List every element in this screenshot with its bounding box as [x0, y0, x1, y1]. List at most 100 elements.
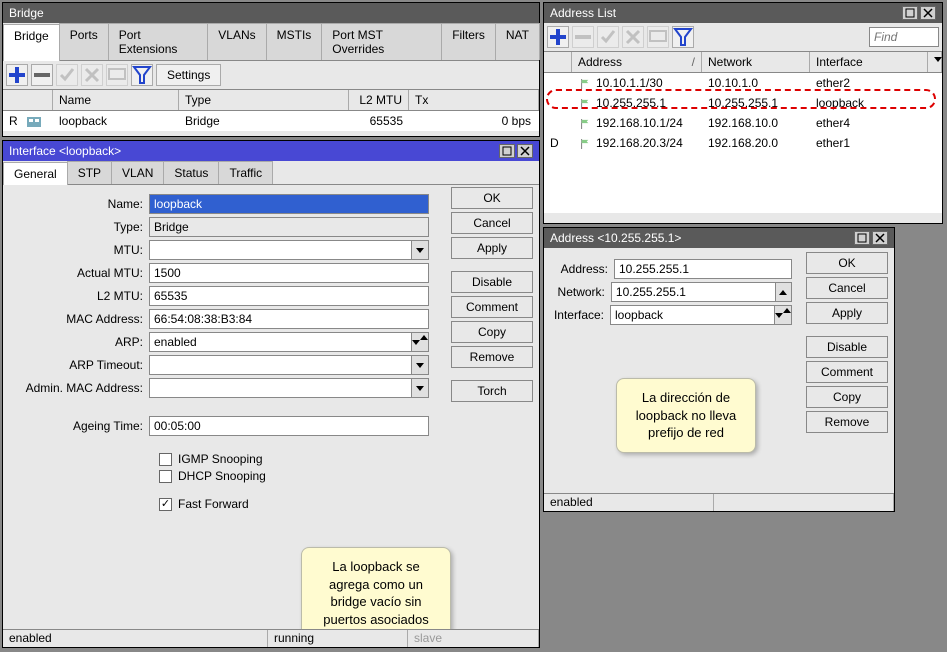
filter-button[interactable]: [672, 26, 694, 48]
bridge-tabs: Bridge Ports Port Extensions VLANs MSTIs…: [3, 23, 539, 61]
remove-button[interactable]: [31, 64, 53, 86]
network-dropdown[interactable]: [775, 282, 792, 302]
arp-field[interactable]: [149, 332, 412, 352]
adminmac-field[interactable]: [149, 378, 412, 398]
interface-window: Interface <loopback> General STP VLAN St…: [2, 140, 540, 648]
bridge-title: Bridge: [9, 6, 44, 20]
copy-button[interactable]: Copy: [451, 321, 533, 343]
col-l2mtu[interactable]: L2 MTU: [349, 90, 409, 110]
cancel-button[interactable]: Cancel: [806, 277, 888, 299]
ff-checkbox-row[interactable]: Fast Forward: [159, 497, 429, 511]
col-network[interactable]: Network: [702, 52, 810, 72]
adminmac-dropdown[interactable]: [411, 378, 429, 398]
address-field[interactable]: [614, 259, 792, 279]
disable-button[interactable]: Disable: [806, 336, 888, 358]
dhcp-checkbox-row[interactable]: DHCP Snooping: [159, 469, 429, 483]
iface-titlebar[interactable]: Interface <loopback>: [3, 141, 539, 161]
iface-tabs: General STP VLAN Status Traffic: [3, 161, 539, 185]
igmp-checkbox-row[interactable]: IGMP Snooping: [159, 452, 429, 466]
tab-nat[interactable]: NAT: [495, 23, 540, 60]
l2mtu-field[interactable]: [149, 286, 429, 306]
tab-portext[interactable]: Port Extensions: [108, 23, 209, 60]
tab-vlan[interactable]: VLAN: [111, 161, 164, 184]
table-row[interactable]: 192.168.10.1/24 192.168.10.0 ether4: [544, 113, 942, 133]
minimize-button[interactable]: [902, 6, 918, 20]
remove-button[interactable]: [572, 26, 594, 48]
addrlist-titlebar[interactable]: Address List: [544, 3, 942, 23]
comment-button[interactable]: [647, 26, 669, 48]
network-field[interactable]: [611, 282, 776, 302]
mtu-dropdown[interactable]: [411, 240, 429, 260]
interface-dropdown[interactable]: [774, 305, 792, 325]
tab-traffic[interactable]: Traffic: [218, 161, 273, 184]
ok-button[interactable]: OK: [451, 187, 533, 209]
minimize-button[interactable]: [854, 231, 870, 245]
col-name[interactable]: Name: [53, 90, 179, 110]
ageing-field[interactable]: [149, 416, 429, 436]
copy-button[interactable]: Copy: [806, 386, 888, 408]
disable-button[interactable]: [81, 64, 103, 86]
mac-field[interactable]: [149, 309, 429, 329]
apply-button[interactable]: Apply: [806, 302, 888, 324]
actual-mtu-field[interactable]: [149, 263, 429, 283]
tab-filters[interactable]: Filters: [441, 23, 496, 60]
igmp-checkbox[interactable]: [159, 453, 172, 466]
settings-button[interactable]: Settings: [156, 64, 221, 86]
cancel-button[interactable]: Cancel: [451, 212, 533, 234]
table-row[interactable]: 10.10.1.1/30 10.10.1.0 ether2: [544, 73, 942, 93]
add-button[interactable]: [6, 64, 28, 86]
bridge-titlebar[interactable]: Bridge: [3, 3, 539, 23]
close-button[interactable]: [517, 144, 533, 158]
bridge-table-header: Name Type L2 MTU Tx: [3, 90, 539, 111]
close-button[interactable]: [920, 6, 936, 20]
addrlist-table-header: Address/ Network Interface: [544, 52, 942, 73]
remove-button[interactable]: Remove: [451, 346, 533, 368]
tab-mstover[interactable]: Port MST Overrides: [321, 23, 442, 60]
tab-ports[interactable]: Ports: [59, 23, 109, 60]
tab-general[interactable]: General: [3, 162, 68, 185]
arpto-field[interactable]: [149, 355, 412, 375]
torch-button[interactable]: Torch: [451, 380, 533, 402]
dhcp-checkbox[interactable]: [159, 470, 172, 483]
tab-status[interactable]: Status: [163, 161, 219, 184]
comment-button[interactable]: Comment: [451, 296, 533, 318]
name-field[interactable]: [149, 194, 429, 214]
remove-button[interactable]: Remove: [806, 411, 888, 433]
enable-button[interactable]: [597, 26, 619, 48]
tab-mstis[interactable]: MSTIs: [266, 23, 323, 60]
find-input[interactable]: [869, 27, 939, 47]
col-menu[interactable]: [928, 52, 942, 72]
col-type[interactable]: Type: [179, 90, 349, 110]
tab-bridge[interactable]: Bridge: [3, 24, 60, 61]
tab-stp[interactable]: STP: [67, 161, 112, 184]
disable-button[interactable]: Disable: [451, 271, 533, 293]
col-tx[interactable]: Tx: [409, 90, 539, 110]
arpto-dropdown[interactable]: [411, 355, 429, 375]
add-button[interactable]: [547, 26, 569, 48]
ff-checkbox[interactable]: [159, 498, 172, 511]
mtu-field[interactable]: [149, 240, 412, 260]
col-address[interactable]: Address/: [572, 52, 702, 72]
interface-field[interactable]: [610, 305, 775, 325]
minimize-button[interactable]: [499, 144, 515, 158]
col-interface[interactable]: Interface: [810, 52, 928, 72]
iface-statusbar: enabled running slave: [3, 629, 539, 647]
bridge-window: Bridge Bridge Ports Port Extensions VLAN…: [2, 2, 540, 137]
arp-dropdown[interactable]: [411, 332, 429, 352]
iface-title: Interface <loopback>: [9, 144, 121, 158]
comment-button[interactable]: Comment: [806, 361, 888, 383]
apply-button[interactable]: Apply: [451, 237, 533, 259]
type-field: [149, 217, 429, 237]
ok-button[interactable]: OK: [806, 252, 888, 274]
comment-button[interactable]: [106, 64, 128, 86]
disable-button[interactable]: [622, 26, 644, 48]
addrlist-title: Address List: [550, 6, 616, 20]
filter-button[interactable]: [131, 64, 153, 86]
tab-vlans[interactable]: VLANs: [207, 23, 266, 60]
close-button[interactable]: [872, 231, 888, 245]
table-row[interactable]: D 192.168.20.3/24 192.168.20.0 ether1: [544, 133, 942, 153]
enable-button[interactable]: [56, 64, 78, 86]
addr-titlebar[interactable]: Address <10.255.255.1>: [544, 228, 894, 248]
table-row[interactable]: R loopback Bridge 65535 0 bps: [3, 111, 539, 131]
table-row[interactable]: 10.255.255.1 10.255.255.1 loopback: [544, 93, 942, 113]
